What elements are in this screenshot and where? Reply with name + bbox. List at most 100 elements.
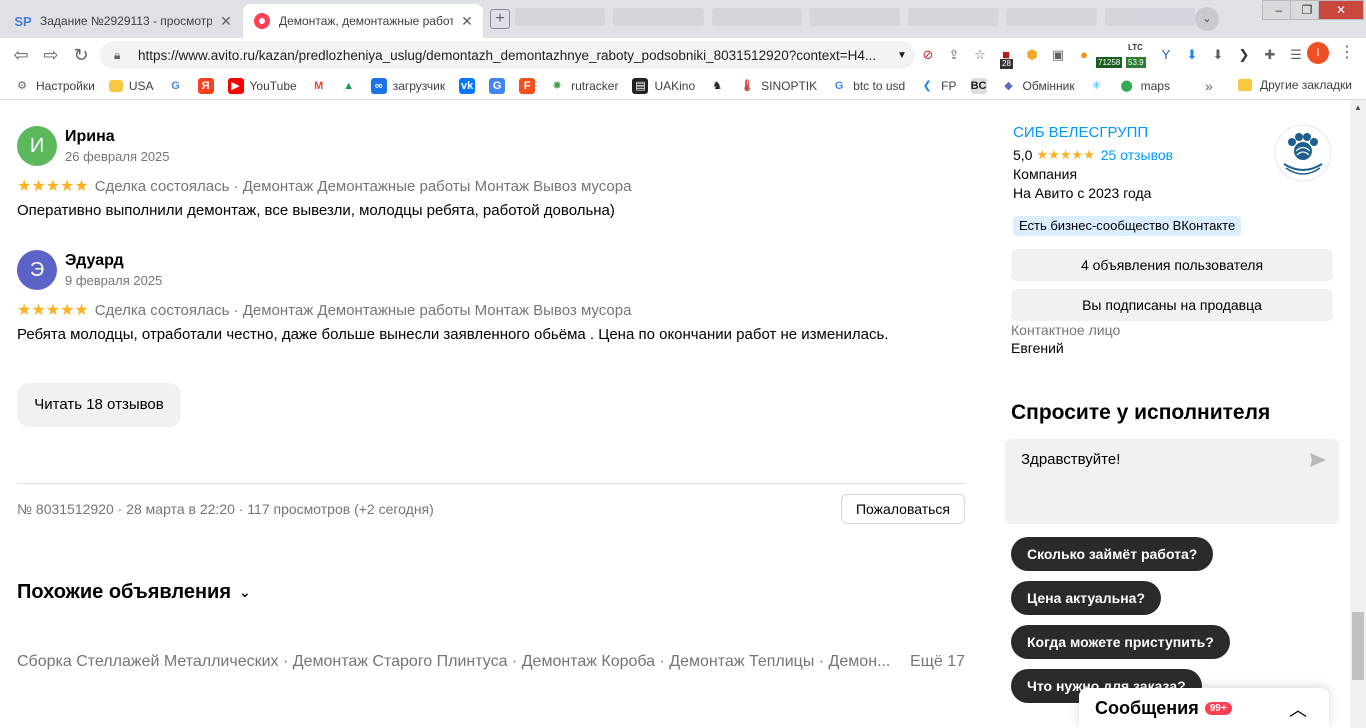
drive-icon: ▲ bbox=[343, 79, 355, 92]
block-icon[interactable]: ⊘ bbox=[918, 45, 938, 65]
messages-count-badge: 99+ bbox=[1204, 701, 1232, 715]
address-bar[interactable]: 🔒︎ https://www.avito.ru/kazan/predlozhen… bbox=[100, 41, 915, 69]
ltc-ticker[interactable]: LTC 71258 53.9 bbox=[1096, 41, 1150, 69]
message-input[interactable]: Здравствуйте! bbox=[1005, 439, 1339, 524]
page-scrollbar[interactable]: ▲ bbox=[1350, 100, 1366, 728]
bookmark-item[interactable]: ▤ UAKino bbox=[632, 77, 695, 94]
bookmark-item[interactable]: ∞ загрузчик bbox=[370, 77, 445, 94]
bookmark-item[interactable]: USA bbox=[108, 78, 154, 93]
fp-icon: ❮ bbox=[922, 79, 932, 92]
other-bookmarks[interactable]: Другие закладки bbox=[1238, 78, 1352, 92]
review-meta: ★★★★★ Сделка состоялась · Демонтаж Демонт… bbox=[17, 300, 631, 320]
quick-question-chip[interactable]: Цена актуальна? bbox=[1011, 581, 1161, 615]
youtube-icon: ▶ bbox=[227, 77, 244, 94]
tab-task[interactable]: SP Задание №2929113 - просмотр з ✕ bbox=[4, 4, 242, 38]
bookmark-item[interactable]: M bbox=[311, 78, 333, 94]
user-listings-button[interactable]: 4 объявления пользователя bbox=[1011, 249, 1333, 281]
bookmark-item[interactable]: ♞ bbox=[709, 78, 731, 94]
bookmark-item[interactable]: ❮ FP bbox=[919, 78, 957, 94]
y-icon[interactable]: Y bbox=[1156, 45, 1176, 65]
similar-ads-toggle[interactable]: Похожие объявления ⌄ bbox=[17, 581, 251, 604]
complain-button[interactable]: Пожаловаться bbox=[841, 494, 965, 524]
reviewer-name: Ирина bbox=[65, 128, 115, 145]
messages-panel[interactable]: Сообщения 99+ ︿ bbox=[1079, 688, 1329, 728]
bookmark-item[interactable]: G bbox=[489, 77, 511, 94]
scrollbar-thumb[interactable] bbox=[1352, 612, 1364, 680]
bookmark-item[interactable]: ⬤ maps bbox=[1119, 78, 1170, 94]
close-tab-icon[interactable]: ✕ bbox=[459, 13, 475, 30]
bookmark-item[interactable]: ▶ YouTube bbox=[227, 77, 297, 94]
reload-icon[interactable]: ↻ bbox=[68, 42, 94, 68]
close-tab-icon[interactable]: ✕ bbox=[218, 13, 234, 30]
bookmark-item[interactable]: ✸ rutracker bbox=[549, 78, 618, 94]
bitcoin-icon[interactable]: ● bbox=[1074, 45, 1094, 65]
ltc-label: LTC bbox=[1128, 43, 1143, 52]
bookmark-item[interactable]: ▲ bbox=[341, 78, 363, 94]
bookmark-item[interactable]: Gbtc to usd bbox=[831, 78, 905, 94]
background-tabs bbox=[515, 8, 1195, 30]
back-icon[interactable]: ⇦ bbox=[8, 42, 34, 68]
extension-red-icon[interactable]: ■ 28 bbox=[996, 45, 1016, 69]
google-icon: G bbox=[171, 79, 180, 92]
bookmark-item[interactable]: ⚙ Настройки bbox=[14, 78, 95, 94]
seller-reviews-link[interactable]: 25 отзывов bbox=[1101, 147, 1173, 163]
gear-icon: ⚙ bbox=[17, 79, 27, 92]
tab-title: Задание №2929113 - просмотр з bbox=[40, 14, 212, 28]
seller-logo-icon[interactable] bbox=[1274, 124, 1332, 182]
rating-stars-icon: ★★★★★ bbox=[17, 302, 89, 319]
menu-icon[interactable]: ⋮ bbox=[1337, 42, 1357, 66]
bookmark-item[interactable]: ◆ Обмінник bbox=[1001, 78, 1074, 94]
close-window-button[interactable]: ✕ bbox=[1318, 0, 1364, 20]
bookmark-item[interactable]: Я bbox=[197, 77, 220, 94]
loader-icon: ∞ bbox=[370, 77, 387, 94]
tab-avito[interactable]: Демонтаж, демонтажные работы ✕ bbox=[243, 4, 483, 38]
forward-icon[interactable]: ⇨ bbox=[38, 42, 64, 68]
briefcase-icon[interactable]: ▣ bbox=[1048, 45, 1068, 65]
bookmark-label: USA bbox=[128, 78, 154, 93]
puzzle-icon[interactable]: ✚ bbox=[1260, 45, 1280, 65]
review-text: Оперативно выполнили демонтаж, все вывез… bbox=[17, 202, 615, 219]
message-text: Здравствуйте! bbox=[1021, 451, 1121, 468]
save-icon[interactable]: ⬇ bbox=[1208, 45, 1228, 65]
more-tags-link[interactable]: Ещё 17 bbox=[908, 653, 965, 671]
bookmark-item[interactable]: F bbox=[519, 77, 541, 94]
avatar: И bbox=[17, 126, 57, 166]
download-icon[interactable]: ⬇ bbox=[1182, 45, 1202, 65]
chess-icon: ♞ bbox=[712, 79, 723, 92]
scroll-up-icon[interactable]: ▲ bbox=[1350, 100, 1366, 116]
gmail-icon: M bbox=[314, 79, 324, 92]
bookmark-item[interactable]: BC bbox=[970, 77, 993, 94]
bookmark-item[interactable]: ✳ bbox=[1089, 78, 1111, 94]
new-tab-button[interactable]: + bbox=[490, 9, 510, 29]
rating-stars-icon: ★★★★★ bbox=[17, 178, 89, 195]
bookmark-item[interactable]: vk bbox=[459, 77, 481, 94]
shield-icon[interactable]: ⬢ bbox=[1022, 45, 1042, 65]
bookmark-star-icon[interactable]: ☆ bbox=[970, 45, 990, 65]
seller-type: Компания bbox=[1013, 166, 1078, 182]
subscribed-button[interactable]: Вы подписаны на продавца bbox=[1011, 289, 1333, 321]
bookmarks-bar: ⚙ Настройки USA G Я ▶ YouTube M ▲ ∞ загрузчик vk G F ✸… bbox=[0, 72, 1366, 100]
chevron-up-icon[interactable]: ︿ bbox=[1289, 696, 1307, 722]
vk-community-badge[interactable]: Есть бизнес-сообщество ВКонтакте bbox=[1013, 216, 1242, 236]
quick-question-chip[interactable]: Сколько займёт работа? bbox=[1011, 537, 1214, 571]
terminal-icon[interactable]: ❯ bbox=[1234, 45, 1254, 65]
quick-question-chip[interactable]: Когда можете приступить? bbox=[1011, 625, 1230, 659]
url-dropdown-icon[interactable]: ▼ bbox=[897, 50, 915, 61]
tab-search-icon[interactable]: ⌄ bbox=[1195, 7, 1219, 31]
similar-tags-list[interactable]: Сборка Стеллажей Металлических · Демонта… bbox=[17, 653, 890, 670]
bookmarks-more-icon[interactable]: » bbox=[1205, 78, 1213, 94]
rutracker-icon: ✸ bbox=[552, 79, 562, 92]
review-deal: Сделка состоялась · Демонтаж Демонтажные… bbox=[94, 178, 632, 195]
profile-avatar[interactable]: I bbox=[1307, 42, 1329, 64]
seller-name-link[interactable]: СИБ ВЕЛЕСГРУПП bbox=[1013, 124, 1148, 141]
reading-list-icon[interactable]: ☰ bbox=[1286, 45, 1306, 65]
yandex-icon: Я bbox=[197, 77, 214, 94]
avito-page: И Ирина 26 февраля 2025 ★★★★★ Сделка сост… bbox=[0, 100, 1350, 728]
send-icon[interactable] bbox=[1309, 451, 1327, 469]
read-reviews-button[interactable]: Читать 18 отзывов bbox=[17, 383, 181, 427]
share-icon[interactable]: ⇪ bbox=[944, 45, 964, 65]
divider bbox=[17, 483, 965, 484]
bookmark-item[interactable]: 🌡︎ SINOPTIK bbox=[739, 78, 817, 94]
bookmark-item[interactable]: G bbox=[168, 78, 190, 94]
bookmark-label: YouTube bbox=[249, 78, 297, 93]
